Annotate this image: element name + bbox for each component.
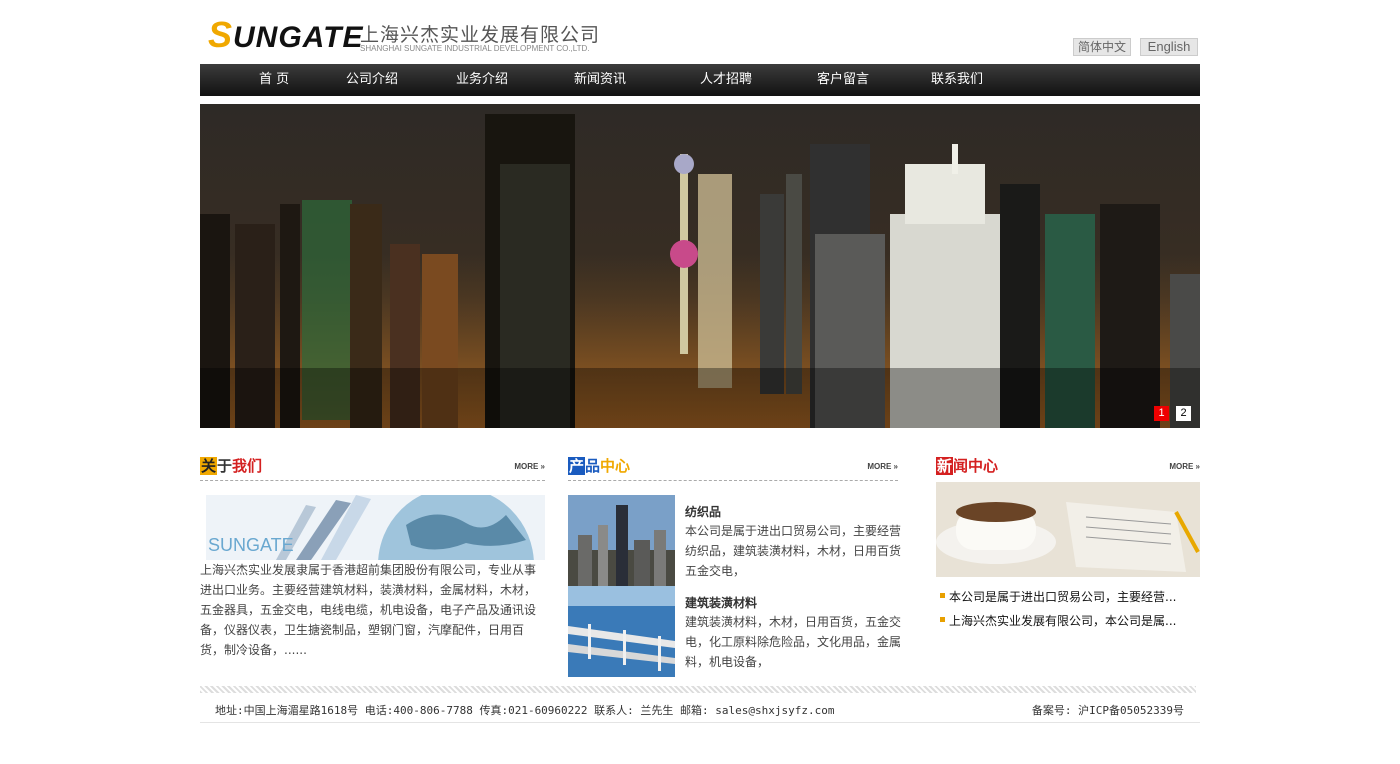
news-title: 新闻中心 [936,456,998,476]
products-title-c: 中心 [600,457,631,475]
news-more-link[interactable]: MORE » [1169,462,1200,471]
slide-indicator-2[interactable]: 2 [1176,406,1191,421]
about-text: 上海兴杰实业发展隶属于香港超前集团股份有限公司，专业从事进出口业务。主要经营建筑… [200,563,537,657]
bullet-icon [940,617,945,622]
products-title: 产品中心 [568,456,630,476]
products-more-link[interactable]: MORE » [867,462,898,471]
nav-guestbook[interactable]: 客户留言 [817,64,869,96]
bridge-image [568,586,675,677]
footer-divider [200,686,1196,693]
news-title-a: 新 [936,457,954,475]
news-item-2-label: 上海兴杰实业发展有限公司，本公司是属... [949,614,1177,628]
products-title-b: 品 [585,457,601,475]
products-title-a: 产 [568,457,586,475]
logo-wordmark: SUNGATE [208,12,363,61]
banner-slideshow[interactable] [200,104,1200,428]
company-name-en: SHANGHAI SUNGATE INDUSTRIAL DEVELOPMENT … [360,44,590,53]
page: SUNGATE 上海兴杰实业发展有限公司 SHANGHAI SUNGATE IN… [200,0,1200,764]
nav-company-intro[interactable]: 公司介绍 [346,64,398,96]
lang-chinese-button[interactable]: 简体中文 [1073,38,1131,56]
footer-contact-info: 地址:中国上海湄星路1618号 电话:400-806-7788 传真:021-6… [215,704,835,717]
banner-city-image [200,104,1200,428]
about-more-link[interactable]: MORE » [514,462,545,471]
about-title-a: 关 [200,457,218,475]
products-header: 产品中心 MORE » [568,456,898,481]
product-image-textiles[interactable] [568,495,675,586]
company-logo[interactable]: SUNGATE 上海兴杰实业发展有限公司 SHANGHAI SUNGATE IN… [208,12,608,58]
logo-word-rest: UNGATE [233,21,364,54]
coffee-cup-image [936,482,1200,577]
product-desc-building-materials: 建筑装潢材料，木材，日用百货，五金交电，化工原料除危险品，文化用品，金属料，机电… [685,615,902,669]
news-item-1[interactable]: 本公司是属于进出口贸易公司，主要经营... [940,588,1176,605]
about-title: 关于我们 [200,456,262,476]
news-header: 新闻中心 MORE » [936,456,1200,480]
lang-english-button[interactable]: English [1140,38,1198,56]
logo-s-glyph: S [208,14,234,55]
news-title-c: 中心 [968,457,999,475]
product-desc-textiles: 本公司是属于进出口贸易公司，主要经营纺织品，建筑装潢材料，木材，日用百货五金交电… [685,524,902,578]
bullet-icon [940,593,945,598]
nav-careers[interactable]: 人才招聘 [700,64,752,96]
about-title-c: 我们 [232,457,263,475]
product-image-building-materials[interactable] [568,586,675,677]
slide-indicator-1[interactable]: 1 [1154,406,1169,421]
about-image: SUNGATE [206,495,545,560]
footer-icp[interactable]: 备案号: 沪ICP备05052339号 [1032,702,1184,718]
footer-bottom-line [200,722,1200,723]
about-image-text: SUNGATE [208,535,294,555]
main-nav: 首 页 公司介绍 业务介绍 新闻资讯 人才招聘 客户留言 联系我们 [200,64,1200,96]
news-image [936,482,1200,577]
company-name-cn: 上海兴杰实业发展有限公司 [360,24,601,46]
nav-home[interactable]: 首 页 [259,64,289,96]
city-skyline-image [568,495,675,586]
product-name-building-materials[interactable]: 建筑装潢材料 [685,594,757,611]
nav-contact[interactable]: 联系我们 [931,64,983,96]
nav-news[interactable]: 新闻资讯 [574,64,626,96]
about-header: 关于我们 MORE » [200,456,545,481]
news-title-b: 闻 [953,457,969,475]
about-title-b: 于 [217,457,233,475]
nav-business-intro[interactable]: 业务介绍 [456,64,508,96]
product-name-textiles[interactable]: 纺织品 [685,503,721,520]
news-item-1-label: 本公司是属于进出口贸易公司，主要经营... [949,590,1177,604]
news-item-2[interactable]: 上海兴杰实业发展有限公司，本公司是属... [940,612,1176,629]
